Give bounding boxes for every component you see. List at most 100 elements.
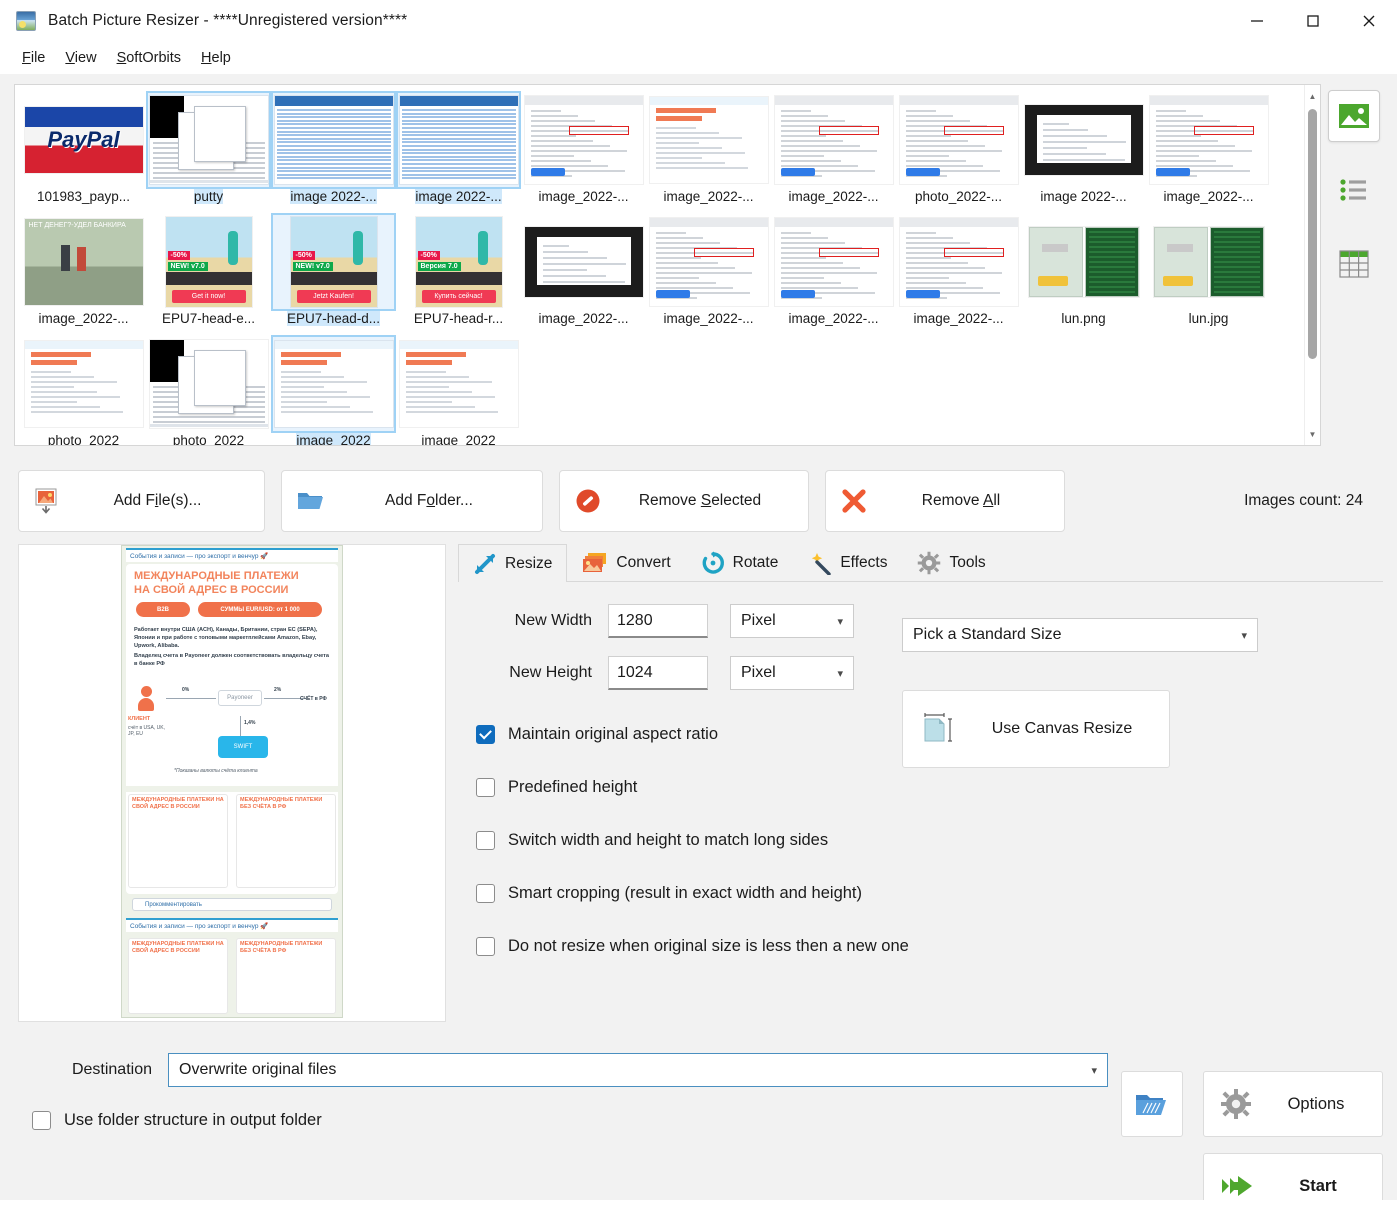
tab-rotate[interactable]: Rotate (686, 543, 794, 581)
thumbnail-item[interactable]: image_2022-... (646, 91, 771, 213)
remove-selected-button[interactable]: Remove Selected (559, 470, 809, 532)
menu-item-softorbits[interactable]: SoftOrbits (107, 46, 191, 70)
thumbnail-caption: image_2022-... (663, 189, 753, 204)
gear-icon (1220, 1088, 1252, 1120)
thumbnail-item[interactable]: image_2022-... (771, 213, 896, 335)
preview-client-sub: счёт в USA, UK, JP, EU (128, 725, 172, 737)
thumbnail-item[interactable]: НЕТ ДЕНЕГ?-УДЕЛ БАНКИРАimage_2022-... (21, 213, 146, 335)
use-canvas-resize-label: Use Canvas Resize (973, 720, 1151, 738)
start-button[interactable]: Start (1203, 1153, 1383, 1205)
thumbnail-item[interactable]: image_2022-... (1146, 91, 1271, 213)
thumbnail-item[interactable]: photo_2022-... (896, 91, 1021, 213)
thumbnail-item[interactable]: image_2022-... (896, 213, 1021, 335)
menu-item-help[interactable]: Help (191, 46, 241, 70)
thumbnail-item[interactable]: image_2022 (271, 335, 396, 446)
tab-effects[interactable]: Effects (793, 543, 902, 581)
destination-label: Destination (18, 1061, 168, 1079)
preview-paragraph-2: Владелец счета в Payoneer должен соответ… (134, 652, 332, 668)
destination-select[interactable]: Overwrite original files ▾ (168, 1053, 1108, 1087)
scroll-up-icon[interactable]: ▲ (1305, 87, 1320, 105)
chevron-down-icon: ▾ (1241, 629, 1247, 642)
add-folder-button[interactable]: Add Folder... (281, 470, 543, 532)
tab-tools[interactable]: Tools (902, 543, 1000, 581)
menu-bar: File View SoftOrbits Help (0, 42, 1397, 74)
thumbnail-item[interactable]: putty (146, 91, 271, 213)
thumbnail-item[interactable]: image 2022-... (396, 91, 521, 213)
thumbnail-item[interactable]: -50%NEW! v7.0Get it now!EPU7-head-e... (146, 213, 271, 335)
new-height-label: New Height (458, 664, 608, 682)
resize-option-checkbox[interactable] (476, 831, 495, 850)
thumbnail-item[interactable]: image_2022-... (521, 91, 646, 213)
standard-size-select[interactable]: Pick a Standard Size ▾ (902, 618, 1258, 652)
use-canvas-resize-button[interactable]: Use Canvas Resize (902, 690, 1170, 768)
scrollbar-thumb[interactable] (1308, 109, 1317, 359)
rotate-icon (701, 551, 725, 575)
menu-item-view[interactable]: View (55, 46, 106, 70)
preview-card4-title: МЕЖДУНАРОДНЫЕ ПЛАТЕЖИ НА СВОЙ АДРЕС В РО… (132, 941, 226, 954)
new-height-unit-select[interactable]: Pixel ▾ (730, 656, 854, 690)
browse-folder-button[interactable] (1121, 1071, 1183, 1137)
resize-option-row[interactable]: Smart cropping (result in exact width an… (458, 867, 1383, 920)
thumbnail-item[interactable]: photo_2022 (146, 335, 271, 446)
resize-option-row[interactable]: Do not resize when original size is less… (458, 920, 1383, 973)
thumbnail-item[interactable]: image 2022-... (271, 91, 396, 213)
close-button[interactable] (1341, 0, 1397, 42)
menu-softorbits-rest: oftOrbits (126, 50, 181, 66)
resize-option-row[interactable]: Predefined height (458, 761, 1383, 814)
scroll-down-icon[interactable]: ▼ (1305, 425, 1320, 443)
options-button[interactable]: Options (1203, 1071, 1383, 1137)
resize-option-row[interactable]: Switch width and height to match long si… (458, 814, 1383, 867)
thumbnail-item[interactable]: photo_2022 (21, 335, 146, 446)
preview-rate-two: 2% (274, 687, 281, 693)
maximize-button[interactable] (1285, 0, 1341, 42)
new-height-input[interactable]: 1024 (608, 656, 708, 690)
thumbnails-scrollbar[interactable]: ▲ ▼ (1304, 85, 1320, 445)
add-files-button[interactable]: Add File(s)... (18, 470, 265, 532)
thumbnail-item[interactable]: -50%Версия 7.0Купить сейчас!EPU7-head-r.… (396, 213, 521, 335)
thumbnail-image: PayPal (23, 93, 144, 187)
image-preview-panel[interactable]: События и записи — про экспорт и венчур … (18, 544, 446, 1022)
thumbnail-item[interactable]: -50%NEW! v7.0Jetzt Kaufen!EPU7-head-d... (271, 213, 396, 335)
thumbnail-caption: photo_2022 (173, 433, 244, 446)
menu-item-file[interactable]: File (12, 46, 55, 70)
convert-images-icon (582, 551, 608, 575)
list-view-button[interactable] (1328, 164, 1380, 216)
thumbnail-item[interactable]: PayPal 101983_payp... (21, 91, 146, 213)
thumbnail-item[interactable]: image 2022-... (1021, 91, 1146, 213)
preview-channel-header: События и записи — про экспорт и венчур … (126, 548, 338, 562)
menu-view-rest: iew (75, 50, 97, 66)
new-width-unit-select[interactable]: Pixel ▾ (730, 604, 854, 638)
resize-option-checkbox[interactable] (476, 725, 495, 744)
thumbnail-item[interactable]: lun.png (1021, 213, 1146, 335)
resize-option-checkbox[interactable] (476, 937, 495, 956)
thumbnail-art-spreadsheet (275, 96, 393, 184)
resize-option-label: Smart cropping (result in exact width an… (508, 884, 862, 903)
thumbnail-caption: 101983_payp... (37, 189, 130, 204)
new-height-unit-value: Pixel (741, 664, 776, 682)
settings-pane: ResizeConvertRotateEffectsTools New Widt… (458, 544, 1383, 1037)
thumbnails-view-button[interactable] (1328, 90, 1380, 142)
resize-option-label: Do not resize when original size is less… (508, 937, 909, 956)
thumbnail-image (648, 215, 769, 309)
preview-footnote: *Показаны валюты счёта клиента (174, 768, 258, 774)
use-folder-structure-checkbox[interactable] (32, 1111, 51, 1130)
resize-option-checkbox[interactable] (476, 884, 495, 903)
tab-convert[interactable]: Convert (567, 543, 685, 581)
thumbnail-caption: image_2022-... (538, 311, 628, 326)
remove-all-button[interactable]: Remove All (825, 470, 1065, 532)
minimize-button[interactable] (1229, 0, 1285, 42)
thumbnail-item[interactable]: image_2022 (396, 335, 521, 446)
thumbnail-item[interactable]: lun.jpg (1146, 213, 1271, 335)
thumbnail-item[interactable]: image_2022-... (771, 91, 896, 213)
details-view-button[interactable] (1328, 238, 1380, 290)
thumbnail-item[interactable]: image_2022-... (646, 213, 771, 335)
new-width-input[interactable]: 1280 (608, 604, 708, 638)
file-actions-toolbar: Add File(s)... Add Folder... Remove Sele… (0, 456, 1397, 532)
tab-resize[interactable]: Resize (458, 544, 567, 582)
thumbnail-art-dark-page (1025, 105, 1143, 175)
add-folder-label: Add Folder... (340, 492, 528, 510)
add-image-icon (33, 487, 61, 515)
resize-option-checkbox[interactable] (476, 778, 495, 797)
thumbnail-item[interactable]: image_2022-... (521, 213, 646, 335)
thumbnails-grid[interactable]: PayPal101983_payp...puttyimage 2022-...i… (15, 85, 1303, 445)
